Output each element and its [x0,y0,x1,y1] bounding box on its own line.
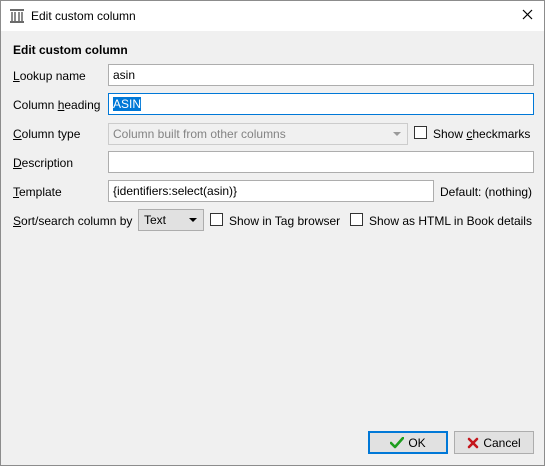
dialog-window: Edit custom column Edit custom column Lo… [0,0,545,466]
title-bar: Edit custom column [1,1,544,31]
lookup-name-input[interactable]: asin [108,64,534,86]
column-type-value: Column built from other columns [113,127,286,141]
sort-search-select[interactable]: Text [138,209,204,231]
section-heading: Edit custom column [13,43,128,57]
template-input[interactable]: {identifiers:select(asin)} [108,180,434,202]
sort-search-value: Text [144,213,167,227]
ok-button[interactable]: OK [368,431,448,454]
column-type-label: Column type [13,127,81,141]
show-as-html-checkbox[interactable] [350,213,363,226]
show-in-tag-browser-checkbox[interactable] [210,213,223,226]
show-in-tag-browser-label: Show in Tag browser [229,214,341,228]
chevron-down-icon [189,218,197,222]
selected-text: ASIN [113,97,142,111]
window-title: Edit custom column [31,9,136,23]
show-checkmarks-checkbox[interactable] [414,126,427,139]
ok-label: OK [408,435,426,450]
checkmark-icon [390,436,405,449]
close-icon [522,9,533,23]
chevron-down-icon [393,132,401,136]
lookup-name-label: Lookup name [13,69,86,83]
x-icon [467,437,479,449]
show-checkmarks-label: Show checkmarks [433,127,531,141]
column-heading-label: Column heading [13,98,101,112]
template-default-text: Default: (nothing) [440,185,533,199]
close-button[interactable] [513,5,541,27]
description-input[interactable] [108,151,534,173]
column-type-select: Column built from other columns [108,123,408,145]
cancel-button[interactable]: Cancel [454,431,534,454]
show-as-html-label: Show as HTML in Book details [369,214,532,228]
sort-search-label: Sort/search column by [13,214,133,228]
column-heading-input[interactable]: ASIN [108,93,534,115]
cancel-label: Cancel [483,435,521,450]
calibre-library-icon [9,8,25,24]
template-label: Template [13,185,62,199]
description-label: Description [13,156,74,170]
